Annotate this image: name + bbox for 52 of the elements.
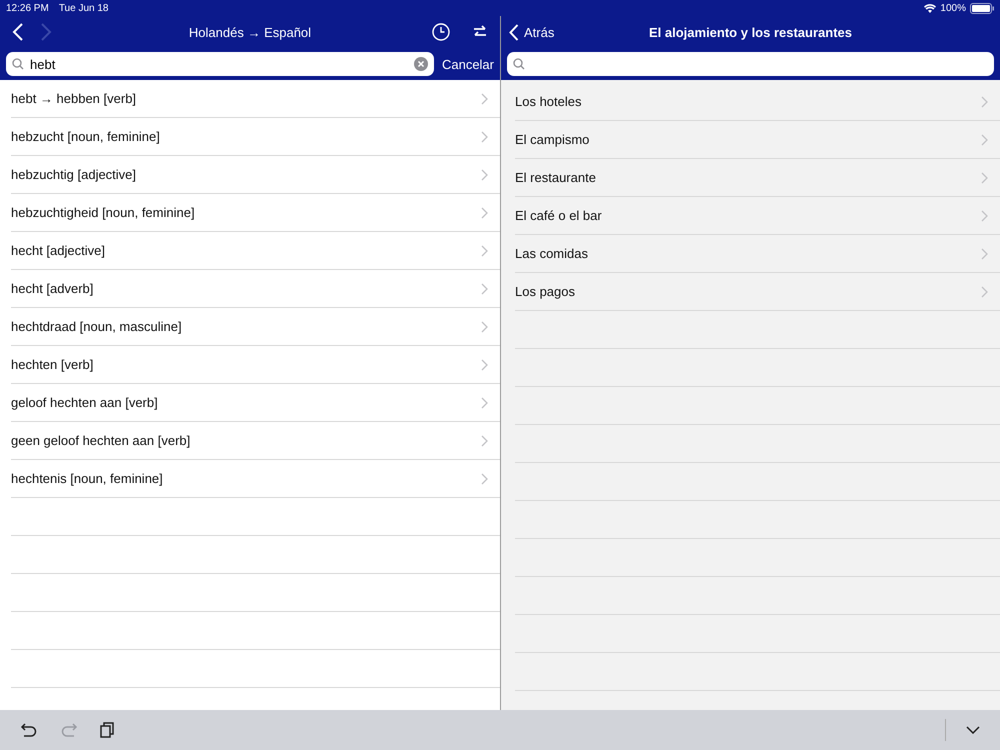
result-item[interactable]: hebt → hebben [verb] bbox=[11, 80, 500, 118]
chevron-icon bbox=[481, 472, 488, 484]
search-field[interactable]: hebt bbox=[6, 52, 434, 76]
chevron-icon bbox=[481, 434, 488, 446]
result-item[interactable]: hecht [adjective] bbox=[11, 232, 500, 270]
chevron-icon bbox=[481, 358, 488, 370]
back-button[interactable]: Atrás bbox=[509, 24, 619, 40]
chevron-icon bbox=[481, 168, 488, 180]
cancel-button[interactable]: Cancelar bbox=[442, 56, 494, 72]
status-date: Tue Jun 18 bbox=[58, 2, 108, 14]
dictionary-title: Holandés → Español bbox=[188, 24, 312, 40]
topic-item[interactable]: Los hoteles bbox=[515, 83, 1000, 121]
chevron-icon bbox=[481, 92, 488, 104]
topic-item[interactable]: El restaurante bbox=[515, 159, 1000, 197]
result-item[interactable]: hebzucht [noun, feminine] bbox=[11, 118, 500, 156]
result-item[interactable]: hecht [adverb] bbox=[11, 270, 500, 308]
topic-title: El alojamiento y los restaurantes bbox=[648, 24, 854, 40]
search-icon bbox=[12, 58, 24, 70]
result-item[interactable]: geloof hechten aan [verb] bbox=[11, 384, 500, 422]
chevron-icon bbox=[981, 172, 988, 184]
chevron-icon bbox=[981, 286, 988, 298]
result-item[interactable]: hebzuchtigheid [noun, feminine] bbox=[11, 194, 500, 232]
search-field[interactable] bbox=[507, 52, 994, 76]
clock-icon bbox=[432, 23, 450, 41]
chevron-icon bbox=[481, 244, 488, 256]
copy-button[interactable] bbox=[98, 720, 116, 740]
chevron-icon bbox=[981, 134, 988, 146]
chevron-icon bbox=[981, 210, 988, 222]
chevron-icon bbox=[481, 396, 488, 408]
chevron-icon bbox=[981, 96, 988, 108]
result-item[interactable]: hebzuchtig [adjective] bbox=[11, 156, 500, 194]
battery-icon bbox=[970, 2, 994, 14]
search-icon bbox=[513, 58, 525, 70]
chevron-left-icon bbox=[509, 24, 519, 40]
chevron-icon bbox=[981, 248, 988, 260]
topic-item[interactable]: El café o el bar bbox=[515, 197, 1000, 235]
topic-item[interactable]: Las comidas bbox=[515, 235, 1000, 273]
battery-percent: 100% bbox=[940, 2, 966, 14]
result-item[interactable]: hechten [verb] bbox=[11, 346, 500, 384]
topic-item[interactable]: Los pagos bbox=[515, 273, 1000, 311]
result-item[interactable]: hechtenis [noun, feminine] bbox=[11, 460, 500, 498]
chevron-icon bbox=[481, 320, 488, 332]
result-item[interactable]: geen geloof hechten aan [verb] bbox=[11, 422, 500, 460]
collapse-button[interactable] bbox=[964, 724, 982, 736]
status-time: 12:26 PM bbox=[6, 2, 49, 14]
chevron-icon bbox=[481, 130, 488, 142]
clear-icon[interactable] bbox=[414, 57, 428, 71]
chevron-icon bbox=[481, 206, 488, 218]
wifi-icon bbox=[924, 4, 936, 12]
chevron-icon bbox=[481, 282, 488, 294]
topic-item[interactable]: El campismo bbox=[515, 121, 1000, 159]
result-item[interactable]: hechtdraad [noun, masculine] bbox=[11, 308, 500, 346]
